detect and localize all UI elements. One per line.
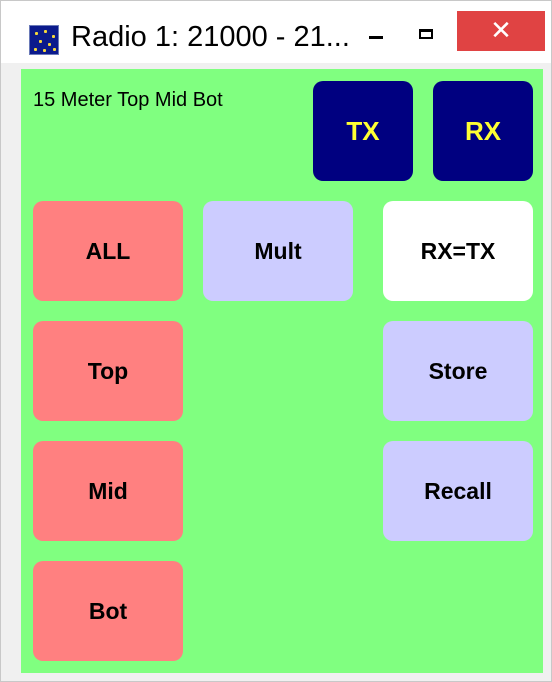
mult-button[interactable]: Mult — [203, 201, 353, 301]
mid-button[interactable]: Mid — [33, 441, 183, 541]
radio-control-panel: 15 Meter Top Mid Bot TX RX ALL Mult RX=T… — [21, 69, 543, 673]
title-bar[interactable]: Radio 1: 21000 - 21... ✕ — [1, 1, 551, 63]
maximize-icon[interactable] — [407, 15, 445, 53]
bot-button[interactable]: Bot — [33, 561, 183, 661]
band-status-label: 15 Meter Top Mid Bot — [33, 89, 223, 111]
top-button[interactable]: Top — [33, 321, 183, 421]
window-title: Radio 1: 21000 - 21... — [71, 21, 350, 53]
rx-button[interactable]: RX — [433, 81, 533, 181]
app-window: Radio 1: 21000 - 21... ✕ 15 Meter Top Mi… — [0, 0, 552, 682]
rx-equals-tx-button[interactable]: RX=TX — [383, 201, 533, 301]
recall-button[interactable]: Recall — [383, 441, 533, 541]
minimize-icon[interactable] — [357, 15, 395, 53]
starfield-app-icon[interactable] — [29, 25, 59, 55]
all-button[interactable]: ALL — [33, 201, 183, 301]
close-icon[interactable]: ✕ — [457, 11, 545, 51]
close-glyph: ✕ — [490, 16, 512, 46]
store-button[interactable]: Store — [383, 321, 533, 421]
tx-button[interactable]: TX — [313, 81, 413, 181]
